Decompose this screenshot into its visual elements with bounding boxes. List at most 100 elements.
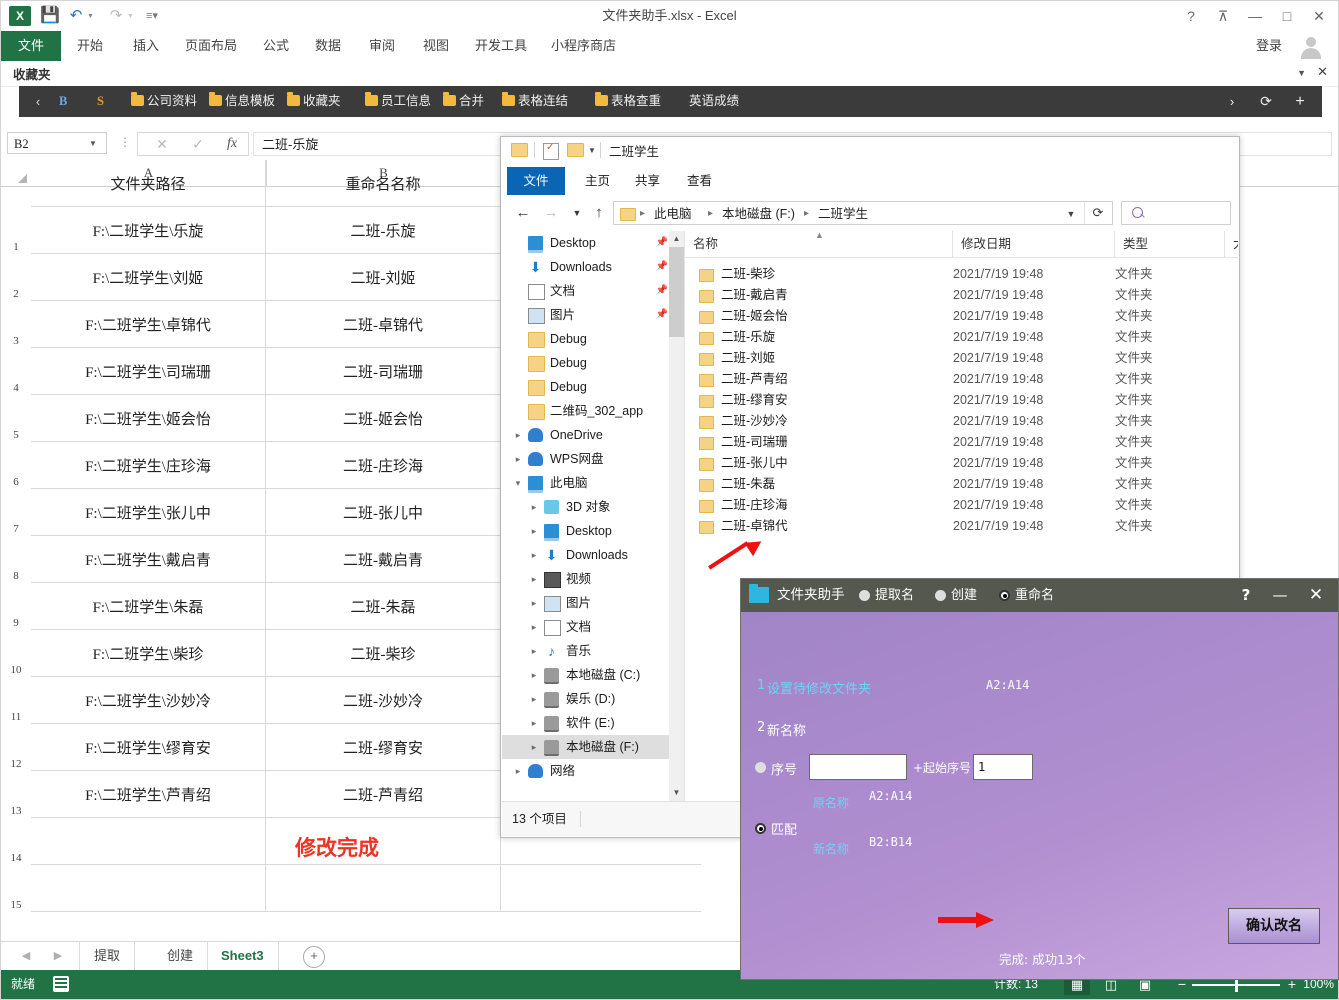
- file-row[interactable]: 二班-沙妙冷 2021/7/19 19:48 文件夹: [685, 411, 1238, 432]
- sheet-tab-extract[interactable]: 提取: [79, 942, 136, 970]
- chevron-down-icon[interactable]: ▼: [89, 139, 97, 148]
- pin-icon[interactable]: 📌: [656, 303, 668, 327]
- cancel-formula-button[interactable]: ✕: [145, 133, 179, 155]
- row-header-13[interactable]: 13: [1, 805, 31, 817]
- tab-home[interactable]: 开始: [67, 31, 113, 61]
- row-header-4[interactable]: 4: [1, 382, 31, 394]
- cell-b2[interactable]: 二班-乐旋: [266, 207, 501, 254]
- bookmark-item-1[interactable]: 信息模板: [209, 86, 275, 117]
- ribbon-display-options-button[interactable]: ⊼: [1208, 4, 1238, 28]
- pin-icon[interactable]: 📌: [656, 255, 668, 279]
- pin-icon[interactable]: 📌: [656, 231, 668, 255]
- pin-icon[interactable]: 📌: [656, 279, 668, 303]
- explorer-tab-file[interactable]: 文件: [507, 167, 565, 195]
- scroll-up-icon[interactable]: ▲: [669, 231, 684, 247]
- bookmark-item-4[interactable]: 合并: [443, 86, 484, 117]
- forward-icon[interactable]: →: [539, 201, 563, 225]
- help-button[interactable]: ?: [1232, 579, 1260, 612]
- cell-header-b[interactable]: 重命名名称: [266, 160, 501, 207]
- chevron-down-icon[interactable]: ▼: [1060, 202, 1082, 226]
- cell-a6[interactable]: F:\二班学生\姬会怡: [31, 395, 266, 442]
- close-button[interactable]: ✕: [1304, 4, 1334, 28]
- row-header-7[interactable]: 7: [1, 523, 31, 535]
- cell-a11[interactable]: F:\二班学生\柴珍: [31, 630, 266, 677]
- cell-b5[interactable]: 二班-司瑞珊: [266, 348, 501, 395]
- radio-create[interactable]: [935, 590, 946, 601]
- chevron-right-icon[interactable]: ▸: [528, 519, 540, 543]
- cell-c16[interactable]: [501, 865, 701, 912]
- chevron-right-icon[interactable]: ▸: [528, 687, 540, 711]
- cell-a14[interactable]: F:\二班学生\芦青绍: [31, 771, 266, 818]
- cell-b14[interactable]: 二班-芦青绍: [266, 771, 501, 818]
- tab-applet-store[interactable]: 小程序商店: [541, 31, 626, 61]
- cell-b13[interactable]: 二班-缪育安: [266, 724, 501, 771]
- radio-sequence[interactable]: [755, 762, 766, 773]
- explorer-tab-view[interactable]: 查看: [675, 167, 724, 195]
- nav-item-6[interactable]: Debug: [502, 375, 684, 399]
- nav-item-4[interactable]: Debug: [502, 327, 684, 351]
- explorer-tab-home[interactable]: 主页: [573, 167, 622, 195]
- row-header-10[interactable]: 10: [1, 664, 31, 676]
- radio-label-create[interactable]: 创建: [951, 579, 977, 612]
- row-header-3[interactable]: 3: [1, 335, 31, 347]
- file-row[interactable]: 二班-戴启青 2021/7/19 19:48 文件夹: [685, 285, 1238, 306]
- cell-b6[interactable]: 二班-姬会怡: [266, 395, 501, 442]
- row-header-2[interactable]: 2: [1, 288, 31, 300]
- explorer-tab-share[interactable]: 共享: [623, 167, 672, 195]
- cell-a12[interactable]: F:\二班学生\沙妙冷: [31, 677, 266, 724]
- cell-a15[interactable]: [31, 818, 266, 865]
- column-header-date[interactable]: 修改日期: [953, 231, 1115, 257]
- chevron-down-icon[interactable]: ▼: [588, 146, 596, 155]
- tab-view[interactable]: 视图: [413, 31, 459, 61]
- cell-a7[interactable]: F:\二班学生\庄珍海: [31, 442, 266, 489]
- tab-data[interactable]: 数据: [305, 31, 351, 61]
- search-input[interactable]: [1121, 201, 1231, 225]
- bookmark-b[interactable]: B: [59, 86, 67, 117]
- avatar[interactable]: [1294, 34, 1330, 59]
- row-header-1[interactable]: 1: [1, 241, 31, 253]
- radio-rename[interactable]: [999, 590, 1010, 601]
- cell-a4[interactable]: F:\二班学生\卓锦代: [31, 301, 266, 348]
- chevron-right-icon[interactable]: ▸: [528, 615, 540, 639]
- nav-item-7[interactable]: 二维码_302_app: [502, 399, 684, 423]
- nav-item-18[interactable]: ▸ 本地磁盘 (C:): [502, 663, 684, 687]
- nav-item-16[interactable]: ▸ 文档: [502, 615, 684, 639]
- cell-b9[interactable]: 二班-戴启青: [266, 536, 501, 583]
- bookmark-item-5[interactable]: 表格连结: [502, 86, 568, 117]
- row-header-12[interactable]: 12: [1, 758, 31, 770]
- radio-label-rename[interactable]: 重命名: [1015, 579, 1054, 612]
- cell-b16[interactable]: [266, 865, 501, 912]
- chevron-right-icon[interactable]: ▸: [528, 639, 540, 663]
- nav-item-5[interactable]: Debug: [502, 351, 684, 375]
- select-all-button[interactable]: [1, 160, 31, 186]
- chevron-right-icon[interactable]: ▸: [528, 735, 540, 759]
- cell-a8[interactable]: F:\二班学生\张儿中: [31, 489, 266, 536]
- nav-item-17[interactable]: ▸ ♪ 音乐: [502, 639, 684, 663]
- confirm-rename-button[interactable]: 确认改名: [1228, 908, 1320, 944]
- original-name-ref[interactable]: A2:A14: [869, 789, 912, 803]
- row-header-11[interactable]: 11: [1, 711, 31, 723]
- radio-label-extract-name[interactable]: 提取名: [875, 579, 914, 612]
- new-name-ref[interactable]: B2:B14: [869, 835, 912, 849]
- sign-in-link[interactable]: 登录: [1256, 31, 1282, 61]
- sheet-tab-create[interactable]: 创建: [153, 942, 209, 970]
- nav-item-14[interactable]: ▸ 视频: [502, 567, 684, 591]
- cell-header-a[interactable]: 文件夹路径: [31, 160, 266, 207]
- file-row[interactable]: 二班-姬会怡 2021/7/19 19:48 文件夹: [685, 306, 1238, 327]
- nav-item-20[interactable]: ▸ 软件 (E:): [502, 711, 684, 735]
- nav-item-15[interactable]: ▸ 图片: [502, 591, 684, 615]
- tab-insert[interactable]: 插入: [123, 31, 169, 61]
- minimize-button[interactable]: —: [1240, 4, 1270, 28]
- sheet-tab-sheet3[interactable]: Sheet3: [207, 942, 279, 972]
- bookmark-item-2[interactable]: 收藏夹: [287, 86, 341, 117]
- file-row[interactable]: 二班-柴珍 2021/7/19 19:48 文件夹: [685, 264, 1238, 285]
- chevron-right-icon[interactable]: ▸: [512, 423, 524, 447]
- tab-review[interactable]: 审阅: [359, 31, 405, 61]
- file-row[interactable]: 二班-庄珍海 2021/7/19 19:48 文件夹: [685, 495, 1238, 516]
- close-button[interactable]: ✕: [1302, 579, 1330, 612]
- cell-a10[interactable]: F:\二班学生\朱磊: [31, 583, 266, 630]
- breadcrumb-drive-f[interactable]: 本地磁盘 (F:): [722, 202, 795, 226]
- nav-item-1[interactable]: ⬇ Downloads 📌: [502, 255, 684, 279]
- bookmark-next-button[interactable]: ›: [1220, 86, 1244, 117]
- bookmark-s[interactable]: S: [97, 86, 104, 117]
